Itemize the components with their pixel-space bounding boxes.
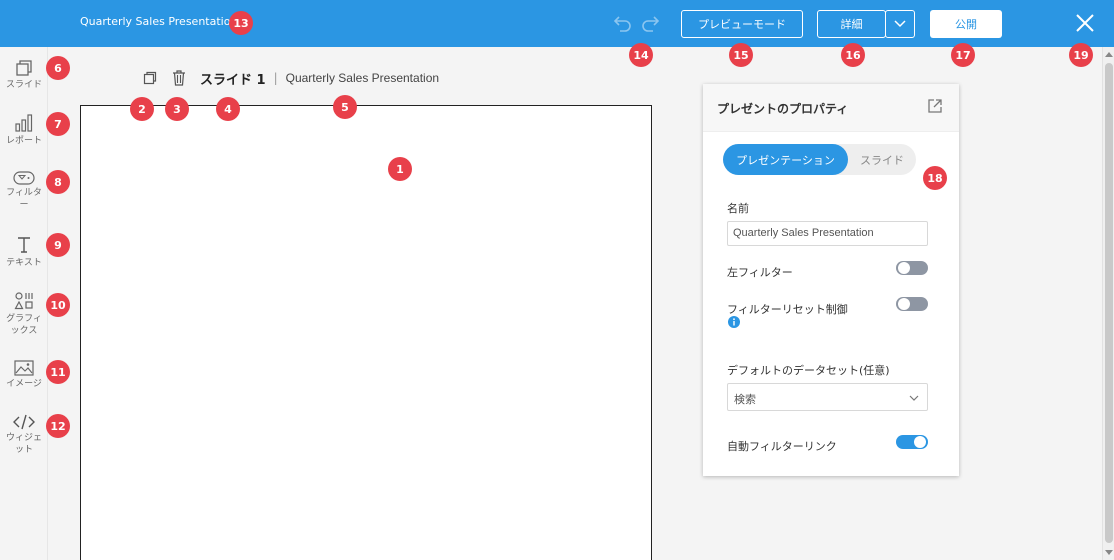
name-label: 名前	[727, 202, 749, 215]
sidebar-item-widget[interactable]: ウィジェット	[0, 414, 48, 456]
sidebar-item-filter[interactable]: フィルター	[0, 171, 48, 211]
badge: 8	[46, 170, 70, 194]
chevron-down-icon	[894, 20, 906, 28]
sidebar-item-report[interactable]: レポート	[0, 113, 48, 147]
sidebar-item-text[interactable]: テキスト	[0, 235, 48, 269]
scroll-thumb[interactable]	[1105, 63, 1113, 543]
detail-label: 詳細	[840, 18, 863, 31]
properties-panel: プレゼントのプロパティ プレゼンテーション スライド 名前 Quarterly …	[703, 84, 959, 476]
badge: 2	[130, 97, 154, 121]
filter-reset-toggle[interactable]	[896, 297, 928, 311]
badge: 11	[46, 360, 70, 384]
badge: 7	[46, 112, 70, 136]
badge: 9	[46, 233, 70, 257]
name-input[interactable]: Quarterly Sales Presentation	[727, 221, 928, 246]
badge: 10	[46, 293, 70, 317]
chevron-down-icon	[909, 395, 919, 401]
badge: 4	[216, 97, 240, 121]
tab-presentation[interactable]: プレゼンテーション	[723, 144, 848, 175]
sidebar-item-label: フィルター	[6, 188, 42, 210]
badge: 18	[923, 166, 947, 190]
text-icon	[18, 237, 30, 253]
scrollbar[interactable]	[1102, 47, 1114, 560]
badge: 16	[841, 43, 865, 67]
sidebar-item-label: スライド	[5, 80, 42, 90]
left-filter-toggle[interactable]	[896, 261, 928, 275]
default-dataset-label: デフォルトのデータセット(任意)	[727, 364, 890, 377]
left-toolbar: スライド レポート フィルター テキスト グラフィックス イメージ ウィジェット	[0, 47, 48, 560]
badge: 14	[629, 43, 653, 67]
slide-icon	[16, 60, 32, 76]
image-icon	[14, 360, 34, 376]
sidebar-item-label: レポート	[5, 136, 42, 146]
sidebar-item-graphics[interactable]: グラフィックス	[0, 291, 48, 337]
detail-button[interactable]: 詳細	[817, 10, 886, 38]
sidebar-item-image[interactable]: イメージ	[0, 360, 48, 390]
sidebar-item-label: イメージ	[6, 379, 42, 389]
sidebar-item-label: ウィジェット	[5, 433, 42, 455]
badge: 13	[229, 11, 253, 35]
widget-icon	[13, 414, 35, 430]
info-icon[interactable]	[728, 316, 740, 328]
preview-mode-label: プレビューモード	[698, 18, 786, 31]
scroll-down-icon[interactable]	[1105, 550, 1113, 556]
badge: 17	[951, 43, 975, 67]
slide-toolbar: スライド 1 | Quarterly Sales Presentation	[143, 67, 439, 89]
close-icon[interactable]	[1074, 12, 1096, 34]
badge: 15	[729, 43, 753, 67]
slide-presentation-name: Quarterly Sales Presentation	[285, 71, 440, 85]
tab-slide[interactable]: スライド	[848, 144, 916, 175]
tab-slide-label: スライド	[860, 153, 904, 167]
dataset-select[interactable]: 検索	[727, 383, 928, 411]
slide-canvas[interactable]	[80, 105, 652, 560]
badge: 12	[46, 414, 70, 438]
undo-icon[interactable]	[612, 13, 634, 33]
left-filter-label: 左フィルター	[727, 266, 793, 279]
popout-icon[interactable]	[927, 98, 943, 114]
badge: 19	[1069, 43, 1093, 67]
name-input-value: Quarterly Sales Presentation	[733, 227, 874, 239]
report-icon	[15, 114, 33, 132]
tab-presentation-label: プレゼンテーション	[736, 153, 835, 167]
redo-icon[interactable]	[639, 13, 661, 33]
badge: 5	[333, 95, 357, 119]
title-separator: |	[273, 71, 278, 85]
copy-icon[interactable]	[143, 71, 157, 85]
graphics-icon	[14, 292, 33, 310]
slide-number: スライド 1	[200, 72, 266, 88]
sidebar-item-label: グラフィックス	[6, 314, 42, 336]
properties-tabs: プレゼンテーション スライド	[723, 144, 916, 175]
sidebar-item-label: テキスト	[6, 258, 42, 268]
badge: 3	[165, 97, 189, 121]
auto-filter-link-label: 自動フィルターリンク	[727, 440, 837, 453]
detail-dropdown-button[interactable]	[885, 10, 915, 38]
publish-button[interactable]: 公開	[930, 10, 1002, 38]
top-bar: Quarterly Sales Presentation プレビューモード 詳細…	[0, 0, 1114, 47]
preview-mode-button[interactable]: プレビューモード	[681, 10, 803, 38]
publish-label: 公開	[955, 18, 977, 31]
badge: 6	[46, 56, 70, 80]
filter-icon	[13, 171, 35, 185]
auto-filter-link-toggle[interactable]	[896, 435, 928, 449]
dataset-select-placeholder: 検索	[734, 393, 756, 406]
sidebar-item-slide[interactable]: スライド	[0, 59, 48, 91]
badge: 1	[388, 157, 412, 181]
trash-icon[interactable]	[172, 70, 186, 86]
properties-title: プレゼントのプロパティ	[717, 102, 849, 116]
scroll-up-icon[interactable]	[1105, 51, 1113, 57]
presentation-title[interactable]: Quarterly Sales Presentation	[80, 15, 237, 28]
filter-reset-label: フィルターリセット制御	[727, 303, 848, 316]
properties-header: プレゼントのプロパティ	[703, 84, 959, 132]
